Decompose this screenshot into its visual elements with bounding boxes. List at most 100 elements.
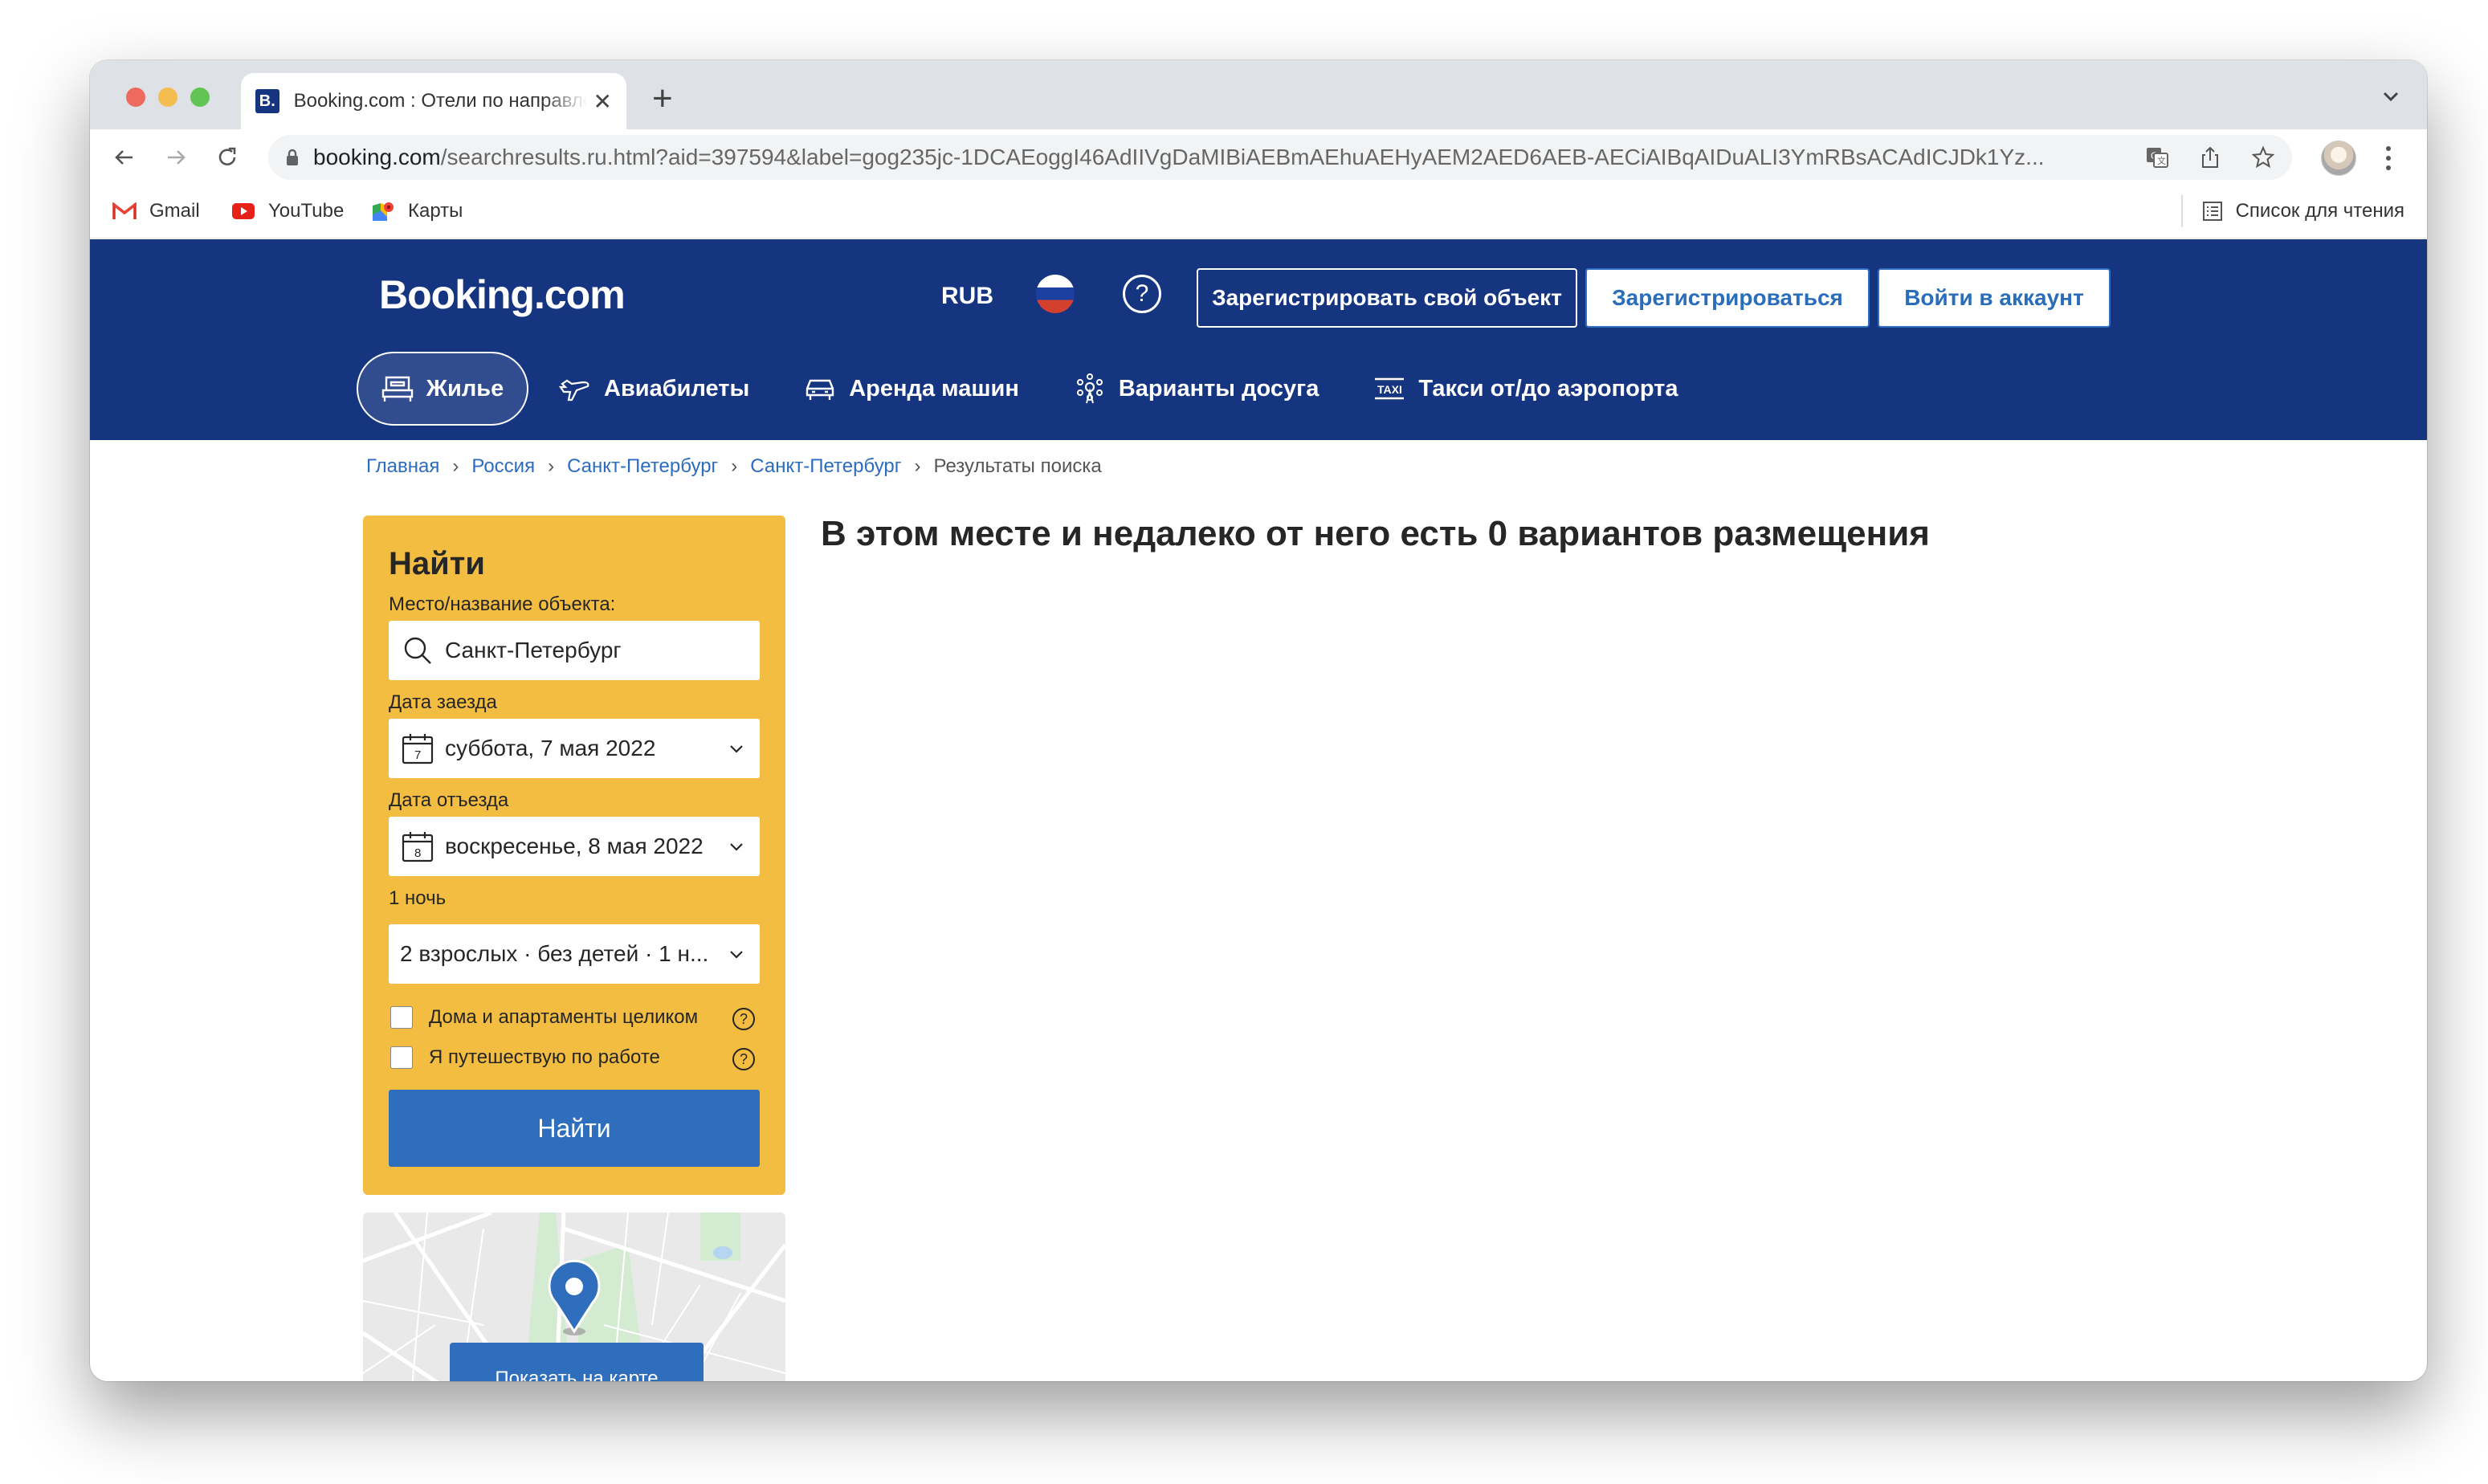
svg-text:TAXI: TAXI <box>1377 383 1402 396</box>
zoom-window-button[interactable] <box>190 88 210 107</box>
gmail-icon <box>112 202 137 219</box>
svg-text:8: 8 <box>414 846 421 860</box>
bookmark-star-icon[interactable] <box>2249 143 2278 172</box>
reload-icon <box>218 147 236 165</box>
forward-button[interactable] <box>159 141 193 174</box>
nights-count: 1 ночь <box>389 887 447 909</box>
checkin-label: Дата заезда <box>389 691 497 713</box>
register-button[interactable]: Зарегистрироваться <box>1585 268 1870 328</box>
nav-tab-stays[interactable]: Жилье <box>357 352 528 426</box>
booking-favicon-icon: B. <box>255 89 279 113</box>
currency-selector[interactable]: RUB <box>941 283 993 310</box>
chevron-down-icon <box>730 951 743 959</box>
search-title: Найти <box>389 546 485 581</box>
browser-menu-icon[interactable] <box>2380 144 2396 173</box>
arrow-right-icon <box>168 150 186 165</box>
breadcrumb-country[interactable]: Россия <box>471 455 535 478</box>
guests-value: 2 взрослых · без детей · 1 н... <box>400 941 709 966</box>
homes-option-row: Дома и апартаменты целиком ? <box>389 1006 760 1030</box>
browser-toolbar: booking.com/searchresults.ru.html?aid=39… <box>90 129 2427 186</box>
tab-title: Booking.com : Отели по направлению Санкт… <box>293 90 587 112</box>
bookmarks-bar: Gmail YouTube Карты Список для чтения <box>90 186 2427 238</box>
share-icon[interactable] <box>2196 143 2225 172</box>
business-option-row: Я путешествую по работе ? <box>389 1046 760 1070</box>
calendar-icon: 7 <box>400 731 435 766</box>
nav-tab-car-rental[interactable]: Аренда машин <box>780 352 1043 426</box>
close-window-button[interactable] <box>126 88 145 107</box>
nav-tab-flights[interactable]: Авиабилеты <box>535 352 773 426</box>
nav-tab-airport-taxi[interactable]: TAXI Такси от/до аэропорта <box>1349 352 1702 426</box>
svg-text:7: 7 <box>414 748 421 762</box>
lock-icon <box>287 149 298 165</box>
tab-close-icon[interactable]: ✕ <box>593 88 612 115</box>
desktop: B. Booking.com : Отели по направлению Са… <box>0 0 2488 1484</box>
calendar-icon: 8 <box>400 829 435 864</box>
chevron-right-icon: › <box>731 455 738 477</box>
bookmark-maps[interactable]: Карты <box>371 200 463 222</box>
checkout-label: Дата отъезда <box>389 789 509 811</box>
reading-list-button[interactable]: Список для чтения <box>2180 195 2404 227</box>
language-flag-icon[interactable] <box>1036 275 1075 313</box>
homes-checkbox[interactable] <box>390 1006 413 1029</box>
help-circle-icon[interactable]: ? <box>732 1008 755 1030</box>
reload-button[interactable] <box>210 141 244 174</box>
results-heading: В этом месте и недалеко от него есть 0 в… <box>821 514 1930 553</box>
breadcrumb-current: Результаты поиска <box>933 455 1102 477</box>
youtube-icon <box>232 203 255 219</box>
business-label: Я путешествую по работе <box>429 1046 660 1068</box>
show-on-map-button[interactable]: Показать на карте <box>450 1343 704 1381</box>
breadcrumb-region[interactable]: Санкт-Петербург <box>567 455 718 478</box>
minimize-window-button[interactable] <box>158 88 177 107</box>
destination-label: Место/название объекта: <box>389 593 616 615</box>
url-text: booking.com/searchresults.ru.html?aid=39… <box>313 145 2045 169</box>
bed-icon <box>381 376 413 402</box>
new-tab-button[interactable]: + <box>652 81 673 116</box>
homes-label: Дома и апартаменты целиком <box>429 1006 699 1028</box>
chevron-right-icon: › <box>914 455 921 477</box>
destination-input[interactable]: Санкт-Петербург <box>389 621 760 680</box>
checkout-value: воскресенье, 8 мая 2022 <box>445 834 704 858</box>
browser-window: B. Booking.com : Отели по направлению Са… <box>90 60 2427 1381</box>
checkout-date-picker[interactable]: 8 воскресенье, 8 мая 2022 <box>389 817 760 876</box>
tab-search-chevron-icon[interactable] <box>2379 84 2403 108</box>
guests-selector[interactable]: 2 взрослых · без детей · 1 н... <box>389 924 760 984</box>
booking-header: Booking.com RUB ? Зарегистрировать свой … <box>90 239 2427 440</box>
arrow-left-icon <box>115 150 133 165</box>
bookmark-gmail[interactable]: Gmail <box>112 200 200 222</box>
destination-value: Санкт-Петербург <box>445 638 622 662</box>
maps-icon <box>373 202 394 221</box>
help-icon[interactable]: ? <box>1123 275 1161 313</box>
product-nav: Жилье Авиабилеты Аренда машин Варианты д… <box>357 352 1709 426</box>
list-property-button[interactable]: Зарегистрировать свой объект <box>1197 268 1577 328</box>
booking-logo[interactable]: Booking.com <box>379 271 626 318</box>
map-preview[interactable]: Показать на карте <box>363 1213 785 1381</box>
nav-tab-attractions[interactable]: Варианты досуга <box>1050 352 1344 426</box>
back-button[interactable] <box>108 141 141 174</box>
help-circle-icon[interactable]: ? <box>732 1048 755 1070</box>
plane-icon <box>559 379 589 402</box>
translate-icon[interactable]: G文 <box>2143 143 2172 172</box>
bookmark-youtube[interactable]: YouTube <box>231 200 344 222</box>
search-submit-button[interactable]: Найти <box>389 1090 760 1167</box>
browser-tab[interactable]: B. Booking.com : Отели по направлению Са… <box>241 73 626 129</box>
breadcrumb-city[interactable]: Санкт-Петербург <box>750 455 901 478</box>
attractions-icon <box>1076 373 1103 404</box>
svg-text:文: 文 <box>2157 155 2166 166</box>
search-panel: Найти Место/название объекта: Санкт-Пете… <box>363 516 785 1195</box>
taxi-icon: TAXI <box>1375 377 1405 400</box>
chevron-down-icon <box>730 843 743 851</box>
chevron-right-icon: › <box>548 455 555 477</box>
address-bar[interactable]: booking.com/searchresults.ru.html?aid=39… <box>268 135 2292 180</box>
sign-in-button[interactable]: Войти в аккаунт <box>1878 268 2111 328</box>
checkin-date-picker[interactable]: 7 суббота, 7 мая 2022 <box>389 719 760 778</box>
profile-avatar[interactable] <box>2321 141 2356 176</box>
chevron-down-icon <box>730 745 743 753</box>
breadcrumb: Главная › Россия › Санкт-Петербург › Сан… <box>366 455 1102 478</box>
breadcrumb-home[interactable]: Главная <box>366 455 439 478</box>
car-icon <box>806 379 834 400</box>
business-checkbox[interactable] <box>390 1046 413 1069</box>
search-icon <box>400 633 435 668</box>
reading-list-icon <box>2202 202 2222 221</box>
chevron-right-icon: › <box>452 455 459 477</box>
tab-strip: B. Booking.com : Отели по направлению Са… <box>90 60 2427 129</box>
